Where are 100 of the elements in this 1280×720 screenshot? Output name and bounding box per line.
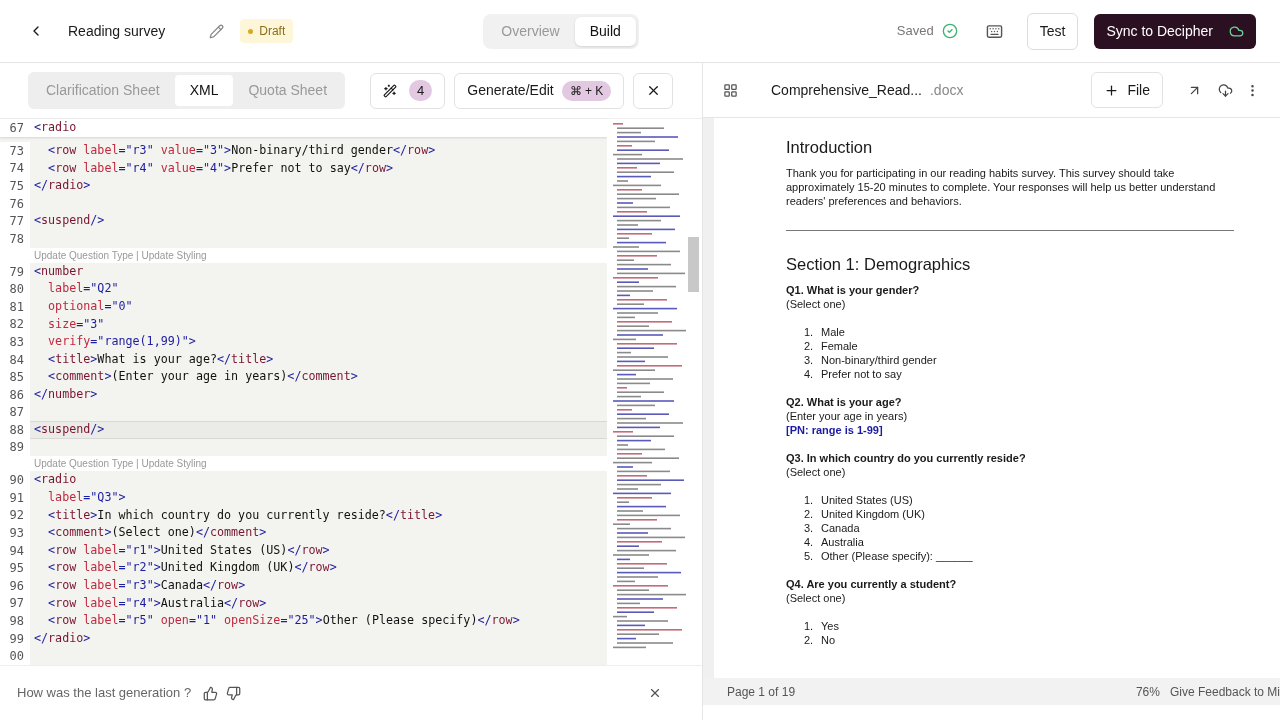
sheet-tab[interactable]: XML — [174, 75, 234, 106]
option-text: Yes — [821, 619, 839, 633]
option-number: 1. — [804, 325, 815, 339]
question-title: Q2. What is your age? — [786, 395, 903, 409]
line-number: 98 — [0, 612, 30, 630]
option-text: United Kingdom (UK) — [821, 507, 925, 521]
generate-button[interactable]: Generate/Edit ⌘ + K — [454, 72, 625, 109]
page-count: Page 1 of 19 — [727, 683, 796, 701]
file-extension: .docx — [930, 80, 964, 100]
line-number: 00 — [0, 647, 30, 665]
option-text: Canada — [821, 521, 860, 535]
status-badge: Draft — [240, 19, 294, 43]
zoom-level: 76% — [1135, 683, 1160, 701]
magic-wand-icon — [383, 83, 398, 98]
code-line: <number — [34, 262, 84, 280]
code-line: <radio — [33, 119, 77, 137]
code-line: <title>In which country do you currently reside?</title> — [47, 506, 443, 524]
programmer-note: [PN: range is 1-99] — [786, 423, 884, 437]
line-number: 77 — [0, 212, 30, 230]
code-line: optional="0" — [47, 297, 133, 315]
check-icon — [941, 23, 958, 39]
question-title: Q3. In which country do you currently reside? — [786, 451, 1027, 465]
add-file-button[interactable]: File — [1091, 72, 1163, 108]
code-line: <row label="r4">Australia</row> — [47, 594, 267, 612]
code-line: <suspend/> — [34, 421, 105, 439]
option-text: Female — [821, 339, 858, 353]
code-line: <row label="r3" value="3">Non-binary/third gender</row> — [47, 142, 436, 160]
option-text: Prefer not to say — [821, 367, 902, 381]
close-icon[interactable] — [648, 686, 662, 700]
test-button[interactable]: Test — [1026, 12, 1079, 50]
cloud-icon — [1229, 23, 1244, 39]
keyboard-icon[interactable] — [985, 22, 1003, 40]
option-number: 4. — [804, 535, 815, 549]
line-number: 85 — [0, 368, 30, 386]
thumbs-down-icon[interactable] — [226, 685, 242, 701]
code-line: label="Q2" — [47, 280, 119, 298]
feedback-prompt: How was the last generation ? — [17, 684, 192, 703]
code-line: <row label="r2">United Kingdom (UK)</row> — [47, 559, 337, 577]
option-number: 1. — [804, 619, 815, 633]
option-number: 1. — [804, 493, 815, 507]
option-number: 4. — [804, 367, 815, 381]
option-number: 3. — [804, 353, 815, 367]
code-line: <comment>(Select one)</comment> — [47, 524, 267, 542]
sync-button[interactable]: Sync to Decipher — [1094, 13, 1256, 49]
feedback-link[interactable]: Give Feedback to Mi — [1169, 682, 1280, 701]
code-line: verify="range(1,99)"> — [47, 333, 196, 351]
code-line: </radio> — [34, 177, 91, 195]
line-number: 91 — [0, 489, 30, 507]
option-text: Other (Please specify): ______ — [821, 549, 973, 563]
edit-icon[interactable] — [209, 23, 225, 39]
line-number: 73 — [0, 142, 30, 160]
file-name: Comprehensive_Read... — [771, 80, 922, 100]
code-line: label="Q3"> — [47, 489, 126, 507]
option-number: 3. — [804, 521, 815, 535]
save-status: Saved — [896, 22, 934, 41]
survey-title: Reading survey — [68, 21, 166, 41]
code-line: <title>What is your age?</title> — [47, 350, 274, 368]
thumbs-up-icon[interactable] — [203, 685, 219, 701]
question-comment: (Enter your age in years) — [786, 409, 909, 423]
code-line: </number> — [34, 385, 98, 403]
code-line: <row label="r1">United States (US)</row> — [47, 541, 330, 559]
question-comment: (Select one) — [786, 297, 847, 311]
doc-heading: Section 1: Demographics — [786, 254, 972, 275]
suggestions-button[interactable]: 4 — [370, 72, 446, 109]
code-line: <row label="r5" open="1" openSize="25">Other (Please specify)</row> — [47, 612, 520, 630]
option-number: 2. — [804, 339, 815, 353]
scrollbar-thumb[interactable] — [688, 237, 699, 292]
count-badge: 4 — [409, 79, 433, 102]
code-line: <row label="r3">Canada</row> — [47, 577, 246, 595]
option-number: 2. — [804, 507, 815, 521]
line-number: 96 — [0, 577, 30, 595]
shortcut-badge: ⌘ + K — [561, 80, 612, 101]
line-number: 75 — [0, 177, 30, 195]
doc-heading: Introduction — [786, 137, 874, 158]
close-button[interactable] — [633, 72, 674, 109]
code-line: <suspend/> — [34, 212, 105, 230]
plus-icon — [1104, 82, 1120, 98]
line-number: 67 — [8, 120, 25, 137]
line-number: 90 — [0, 471, 30, 490]
code-line: size="3" — [47, 315, 105, 333]
option-text: Australia — [821, 535, 864, 549]
code-line: </radio> — [34, 629, 91, 647]
cloud-download-icon[interactable] — [1218, 82, 1233, 98]
question-comment: (Select one) — [786, 591, 847, 605]
line-number: 93 — [0, 524, 30, 542]
option-text: United States (US) — [821, 493, 913, 507]
code-line: <row label="r4" value="4">Prefer not to say</row> — [47, 159, 393, 177]
line-number: 88 — [0, 421, 30, 439]
doc-paragraph: Thank you for participating in our reading habits survey. This survey should take approximately 15-20 minutes to complete. Your responses will help us better understand readers' preferences and behaviors. — [786, 166, 1217, 208]
option-text: Male — [821, 325, 845, 339]
option-number: 5. — [804, 549, 815, 563]
code-line: <comment>(Enter your age in years)</comment> — [47, 368, 358, 386]
option-text: No — [821, 633, 836, 647]
grid-icon[interactable] — [723, 82, 738, 98]
code-line: <radio — [34, 471, 77, 489]
line-number: 80 — [0, 280, 30, 298]
question-title: Q1. What is your gender? — [786, 283, 921, 297]
view-tab[interactable]: Build — [574, 16, 636, 46]
line-number: 83 — [0, 333, 30, 351]
option-text: Non-binary/third gender — [821, 353, 937, 367]
